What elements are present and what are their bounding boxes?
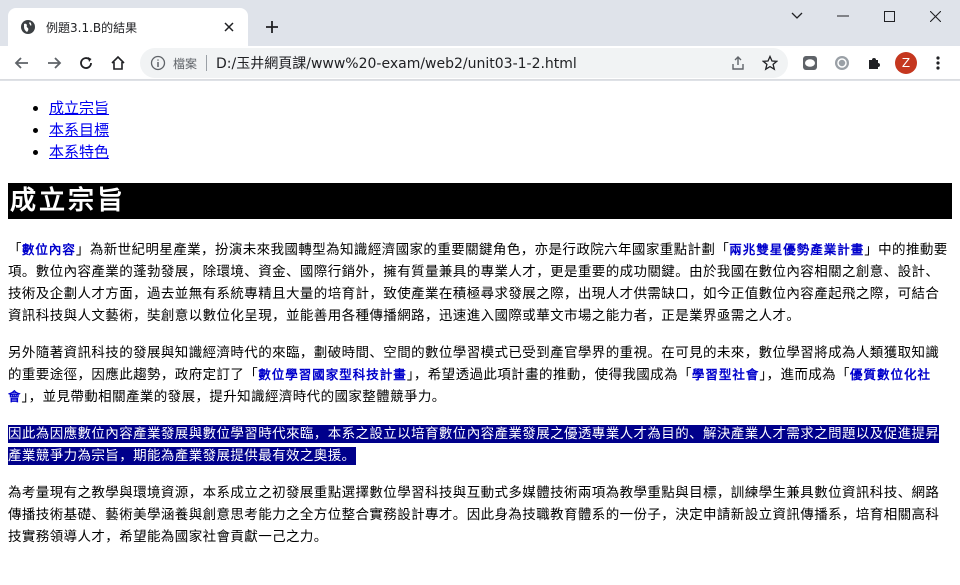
- nav-item: 成立宗旨: [49, 97, 952, 119]
- extension-badge-icon[interactable]: [828, 49, 856, 77]
- maximize-icon[interactable]: [866, 0, 912, 32]
- text: 」，希望透過此項計畫的推動，使得我國成為「: [406, 367, 692, 383]
- info-icon[interactable]: [150, 55, 166, 71]
- paragraph-4: 為考量現有之教學與環境資源，本系成立之初發展重點選擇數位學習科技與互動式多媒體技…: [8, 485, 940, 545]
- highlight-term: 數位學習國家型科技計畫: [258, 367, 407, 382]
- anchor-nav: 成立宗旨 本系目標 本系特色: [8, 97, 952, 163]
- paragraph-3-highlighted: 因此為因應數位內容產業發展與數位學習時代來臨，本系之設立以培育數位內容產業發展之…: [8, 423, 952, 467]
- nav-link-features[interactable]: 本系特色: [49, 143, 109, 161]
- text: 」，進而成為「: [759, 367, 850, 383]
- profile-avatar[interactable]: Z: [892, 49, 920, 77]
- paragraph-1: 「數位內容」為新世紀明星產業，扮演未來我國轉型為知識經濟國家的重要關鍵角色，亦是…: [8, 239, 952, 327]
- nav-item: 本系目標: [49, 119, 952, 141]
- reload-icon[interactable]: [72, 49, 100, 77]
- home-icon[interactable]: [104, 49, 132, 77]
- new-tab-button[interactable]: [258, 13, 286, 41]
- text: 「: [8, 242, 22, 258]
- back-icon[interactable]: [8, 49, 36, 77]
- url-text[interactable]: D:/玉井網頁課/www%20-exam/web2/unit03-1-2.htm…: [216, 53, 724, 73]
- tab-search-icon[interactable]: [774, 0, 820, 32]
- page-viewport[interactable]: 成立宗旨 本系目標 本系特色 成立宗旨 「數位內容」為新世紀明星產業，扮演未來我…: [0, 81, 960, 585]
- close-tab-icon[interactable]: [220, 18, 238, 36]
- tab-strip: 例題3.1.B的結果: [0, 0, 960, 46]
- highlight-term: 兩兆雙星優勢產業計畫: [729, 242, 865, 257]
- browser-tab[interactable]: 例題3.1.B的結果: [8, 8, 248, 46]
- text: 」為新世紀明星產業，扮演未來我國轉型為知識經濟國家的重要關鍵角色，亦是行政院六年…: [75, 242, 730, 258]
- globe-icon: [21, 20, 35, 34]
- paragraph-2: 另外隨著資訊科技的發展與知識經濟時代的來臨，劃破時間、空間的數位學習模式已受到產…: [8, 342, 952, 408]
- browser-toolbar: 檔案 D:/玉井網頁課/www%20-exam/web2/unit03-1-2.…: [0, 46, 960, 80]
- menu-kebab-icon[interactable]: [924, 49, 952, 77]
- highlight-term: 數位內容: [21, 242, 76, 257]
- window-close-icon[interactable]: [912, 0, 958, 32]
- share-icon[interactable]: [724, 49, 752, 77]
- nav-link-purpose[interactable]: 成立宗旨: [49, 99, 109, 117]
- forward-icon[interactable]: [40, 49, 68, 77]
- nav-link-goals[interactable]: 本系目標: [49, 121, 109, 139]
- line-extension-icon[interactable]: [796, 49, 824, 77]
- tab-title: 例題3.1.B的結果: [46, 20, 138, 35]
- nav-item: 本系特色: [49, 141, 952, 163]
- divider: [206, 55, 208, 71]
- section-heading: 成立宗旨: [8, 183, 952, 219]
- site-info-label[interactable]: 檔案: [173, 55, 197, 72]
- page-content: 成立宗旨 本系目標 本系特色 成立宗旨 「數位內容」為新世紀明星產業，扮演未來我…: [0, 81, 960, 548]
- bookmark-star-icon[interactable]: [756, 49, 784, 77]
- address-bar[interactable]: 檔案 D:/玉井網頁課/www%20-exam/web2/unit03-1-2.…: [140, 48, 788, 78]
- marked-text: 因此為因應數位內容產業發展與數位學習時代來臨，本系之設立以培育數位內容產業發展之…: [8, 425, 940, 465]
- text: 」，並見帶動相關產業的發展，提升知識經濟時代的國家整體競爭力。: [21, 389, 446, 405]
- extensions-puzzle-icon[interactable]: [860, 49, 888, 77]
- highlight-term: 學習型社會: [691, 367, 760, 382]
- minimize-icon[interactable]: [820, 0, 866, 32]
